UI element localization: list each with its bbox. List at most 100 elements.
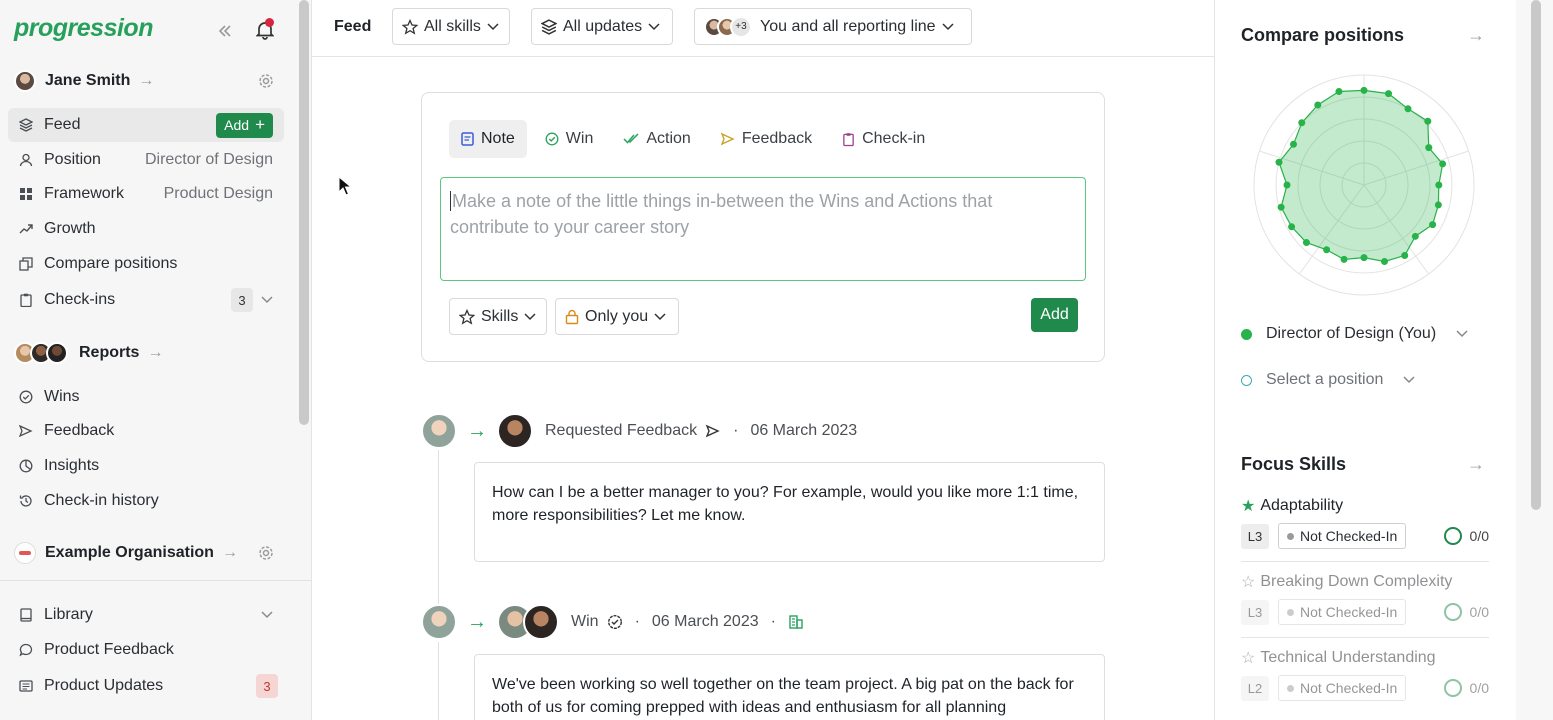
updates-filter-label: All updates: [563, 17, 643, 35]
sidebar-scrollbar[interactable]: [299, 0, 309, 425]
recipient-avatar[interactable]: [497, 413, 533, 449]
chevron-down-icon: [524, 312, 536, 321]
progress-ring-icon: [1443, 679, 1462, 697]
skills-filter-dropdown[interactable]: All skills: [392, 8, 510, 45]
star-outline-icon: ☆: [1241, 650, 1256, 667]
app-logo[interactable]: progression: [14, 14, 153, 43]
feed-item-type: Win: [571, 613, 599, 630]
clipboard-icon: [842, 132, 855, 147]
mouse-cursor-icon: [338, 176, 352, 196]
tab-label: Action: [646, 130, 691, 147]
tab-label: Check-in: [862, 130, 926, 147]
chevron-down-icon: [648, 22, 660, 31]
focus-skill-item[interactable]: ★ Adaptability L3 Not Checked-In 0/0: [1241, 496, 1489, 549]
sidebar-item-feedback[interactable]: Feedback: [8, 414, 284, 448]
tab-note[interactable]: Note: [449, 120, 527, 158]
divider: [1241, 637, 1489, 638]
sidebar-item-label: Growth: [44, 220, 96, 237]
radar-point: [1340, 255, 1348, 263]
radar-point: [1360, 86, 1368, 94]
copy-icon: [19, 257, 33, 271]
sidebar-item-label: Library: [44, 606, 93, 623]
skills-filter-label: All skills: [424, 17, 481, 35]
sidebar-item-compare-positions[interactable]: Compare positions: [8, 247, 284, 281]
feed-item-date: 06 March 2023: [651, 613, 759, 630]
sidebar-item-library[interactable]: Library: [8, 598, 284, 632]
skill-level-badge: L3: [1241, 523, 1269, 549]
focus-arrow-right-icon[interactable]: →: [1467, 454, 1485, 475]
reports-header[interactable]: Reports →: [14, 342, 163, 364]
checkin-status-label: Not Checked-In: [1300, 528, 1398, 544]
compare-arrow-right-icon[interactable]: →: [1467, 25, 1485, 46]
note-text-input[interactable]: Make a note of the little things in-betw…: [440, 177, 1086, 281]
sidebar-item-wins[interactable]: Wins: [8, 380, 284, 414]
tab-win[interactable]: Win: [533, 120, 606, 158]
position-select-secondary[interactable]: Select a position: [1241, 371, 1415, 389]
radar-point: [1288, 223, 1296, 231]
sidebar-item-product-feedback[interactable]: Product Feedback: [8, 633, 284, 667]
skill-score: 0/0: [1469, 680, 1489, 696]
notifications-bell-icon[interactable]: [256, 18, 274, 40]
skills-select-button[interactable]: Skills: [449, 298, 547, 335]
tab-check-in[interactable]: Check-in: [830, 120, 937, 158]
checkin-status-badge: Not Checked-In: [1278, 599, 1407, 625]
tab-label: Note: [481, 130, 515, 147]
sidebar-item-insights[interactable]: Insights: [8, 449, 284, 483]
recipient-avatar[interactable]: [523, 604, 559, 640]
radar-point: [1404, 105, 1412, 113]
focus-skill-item[interactable]: ☆ Breaking Down Complexity L3 Not Checked…: [1241, 572, 1489, 625]
sidebar-item-framework[interactable]: Framework Product Design: [8, 177, 284, 211]
organisation-settings-gear-icon[interactable]: [258, 545, 274, 561]
separator-dot: ·: [770, 613, 776, 630]
tab-label: Feedback: [741, 130, 813, 147]
chevron-down-icon[interactable]: [261, 611, 273, 619]
star-outline-icon: ☆: [1241, 574, 1256, 591]
add-note-button[interactable]: Add: [1031, 298, 1078, 332]
sidebar-item-check-in-history[interactable]: Check-in history: [8, 484, 284, 518]
sidebar-item-feed[interactable]: Feed Add +: [8, 108, 284, 142]
sidebar-item-position[interactable]: Position Director of Design: [8, 143, 284, 177]
position-select-primary[interactable]: Director of Design (You): [1241, 325, 1468, 343]
note-placeholder: Make a note of the little things in-betw…: [450, 191, 993, 237]
radar-point: [1380, 258, 1388, 266]
tab-action[interactable]: Action: [611, 120, 702, 158]
note-icon: [461, 132, 474, 146]
updates-filter-dropdown[interactable]: All updates: [531, 8, 673, 45]
feed-item-card[interactable]: How can I be a better manager to you? Fo…: [474, 462, 1105, 562]
radar-point: [1425, 144, 1433, 152]
sidebar-item-product-updates[interactable]: Product Updates 3: [8, 669, 284, 703]
star-icon: [459, 308, 475, 325]
organisation-header[interactable]: Example Organisation →: [14, 542, 238, 564]
radar-point: [1384, 90, 1392, 98]
lock-icon: [565, 309, 579, 325]
radar-point: [1275, 158, 1283, 166]
feed-item-card[interactable]: We've been working so well together on t…: [474, 654, 1105, 720]
sidebar-item-check-ins[interactable]: Check-ins 3: [8, 283, 284, 317]
radar-point: [1302, 239, 1310, 247]
right-scrollbar-thumb[interactable]: [1531, 0, 1541, 510]
author-avatar[interactable]: [421, 413, 457, 449]
right-panel: Compare positions → Director of Design (…: [1214, 0, 1516, 720]
radar-point: [1298, 119, 1306, 127]
collapse-sidebar-icon[interactable]: [216, 22, 234, 40]
sidebar-item-label: Feed: [44, 116, 81, 133]
user-profile-link[interactable]: Jane Smith →: [14, 70, 154, 92]
divider: [1241, 561, 1489, 562]
arrow-right-icon: →: [138, 72, 155, 89]
feed-item-body: How can I be a better manager to you? Fo…: [492, 484, 1079, 524]
focus-skill-item[interactable]: ☆ Technical Understanding L2 Not Checked-…: [1241, 648, 1489, 701]
add-button[interactable]: Add +: [216, 112, 273, 138]
sidebar-item-growth[interactable]: Growth: [8, 212, 284, 246]
arrow-right-icon: →: [467, 610, 487, 633]
tab-feedback[interactable]: Feedback: [709, 120, 824, 158]
radar-point: [1314, 101, 1322, 109]
author-avatar[interactable]: [421, 604, 457, 640]
timeline-line: [438, 450, 439, 625]
pie-chart-icon: [19, 459, 33, 473]
people-filter-dropdown[interactable]: +3 You and all reporting line: [694, 8, 972, 45]
chevron-down-icon[interactable]: [261, 296, 273, 304]
visibility-select-button[interactable]: Only you: [555, 298, 679, 335]
framework-value: Product Design: [163, 185, 273, 202]
user-settings-gear-icon[interactable]: [258, 73, 274, 89]
history-icon: [19, 494, 33, 508]
